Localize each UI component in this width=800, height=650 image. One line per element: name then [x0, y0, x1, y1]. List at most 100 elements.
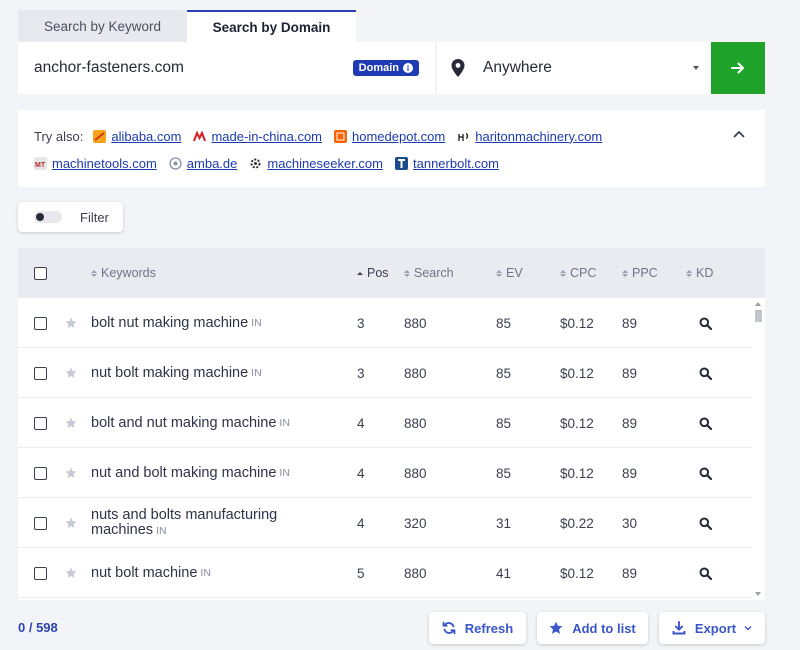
star-icon[interactable] [65, 467, 77, 479]
try-link-alibaba[interactable]: alibaba.com [93, 129, 181, 144]
star-icon[interactable] [65, 317, 77, 329]
pos-cell: 4 [357, 465, 365, 481]
country-code: IN [251, 367, 262, 379]
try-link-machineseeker[interactable]: machineseeker.com [249, 156, 383, 171]
table-row[interactable]: bolt and nut making machine IN 4 880 85 … [18, 398, 752, 448]
search-volume-cell: 880 [404, 465, 427, 481]
header-ppc-label: PPC [632, 266, 658, 280]
header-search-label: Search [414, 266, 454, 280]
try-link-amba[interactable]: amba.de [169, 156, 237, 171]
header-pos[interactable]: Pos [357, 266, 389, 280]
keyword-text[interactable]: nut and bolt making machine [91, 465, 276, 481]
try-link-label: made-in-china.com [211, 128, 323, 144]
ev-cell: 85 [496, 465, 512, 481]
search-icon[interactable] [699, 367, 712, 380]
refresh-button[interactable]: Refresh [429, 612, 526, 644]
ppc-cell: 89 [622, 315, 638, 331]
row-checkbox[interactable] [34, 366, 47, 380]
pos-cell: 4 [357, 415, 365, 431]
tab-search-by-keyword[interactable]: Search by Keyword [18, 10, 187, 42]
star-icon[interactable] [65, 417, 77, 429]
try-link-label: alibaba.com [111, 128, 182, 144]
keyword-text-continued[interactable]: machines [91, 523, 153, 538]
ev-cell: 85 [496, 315, 512, 331]
header-keywords[interactable]: Keywords [91, 266, 156, 280]
row-checkbox[interactable] [34, 466, 47, 480]
table-scrollbar[interactable] [752, 298, 765, 600]
header-kd-label: KD [696, 266, 714, 280]
export-button[interactable]: Export [659, 612, 765, 644]
keyword-text[interactable]: nuts and bolts manufacturing [91, 508, 277, 523]
search-submit-button[interactable] [711, 42, 765, 94]
keyword-text[interactable]: nut bolt machine [91, 565, 197, 581]
table-row[interactable]: bolt nut making machine IN 3 880 85 $0.1… [18, 298, 752, 348]
keyword-text[interactable]: bolt and nut making machine [91, 415, 276, 431]
pos-cell: 3 [357, 365, 365, 381]
star-icon[interactable] [65, 567, 77, 579]
row-checkbox-cell [34, 498, 47, 548]
search-icon[interactable] [699, 517, 712, 530]
row-checkbox[interactable] [34, 566, 47, 580]
pos-cell: 4 [357, 515, 365, 531]
keyword-cell: nut and bolt making machine IN [91, 448, 290, 498]
info-icon[interactable]: i [403, 63, 413, 73]
location-value: Anywhere [483, 59, 552, 76]
domain-badge: Domain i [352, 60, 419, 76]
row-checkbox[interactable] [34, 516, 47, 530]
filter-switch[interactable] [34, 211, 62, 223]
keyword-text[interactable]: nut bolt making machine [91, 365, 248, 381]
refresh-icon [442, 621, 456, 635]
header-kd[interactable]: KD [686, 266, 713, 280]
selection-counter: 0 / 598 [18, 620, 58, 635]
try-link-tannerbolt[interactable]: tannerbolt.com [395, 156, 499, 171]
search-icon[interactable] [699, 317, 712, 330]
homedepot-favicon-icon [334, 129, 348, 143]
location-select[interactable]: Anywhere [437, 42, 711, 94]
keyword-cell: nut bolt making machine IN [91, 348, 262, 398]
amba-favicon-icon [169, 156, 182, 170]
table-body: bolt nut making machine IN 3 880 85 $0.1… [18, 298, 765, 600]
domain-field-container: Domain i [18, 42, 435, 94]
search-volume-cell: 880 [404, 365, 427, 381]
table-row[interactable]: nut bolt machine IN 5 880 41 $0.12 89 [18, 548, 752, 598]
cpc-cell: $0.12 [560, 415, 594, 431]
search-icon[interactable] [699, 567, 712, 580]
try-link-machinetools[interactable]: MT machinetools.com [34, 156, 157, 171]
keyword-text[interactable]: bolt nut making machine [91, 315, 248, 331]
row-checkbox[interactable] [34, 316, 47, 330]
try-link-homedepot[interactable]: homedepot.com [334, 129, 445, 144]
header-ppc[interactable]: PPC [622, 266, 658, 280]
filter-toggle-button[interactable]: Filter [18, 202, 123, 232]
table-row[interactable]: nut and bolt making machine IN 4 880 85 … [18, 448, 752, 498]
try-link-made-in-china[interactable]: made-in-china.com [193, 129, 322, 144]
search-icon[interactable] [699, 467, 712, 480]
star-icon[interactable] [65, 367, 77, 379]
header-ev[interactable]: EV [496, 266, 523, 280]
kd-cell [699, 498, 712, 548]
scroll-up-arrow-icon[interactable] [755, 302, 761, 306]
domain-input[interactable] [34, 59, 334, 77]
try-also-line-1: Try also: alibaba.com made-in-china.com … [34, 126, 749, 146]
add-to-list-button[interactable]: Add to list [537, 612, 648, 644]
row-checkbox[interactable] [34, 416, 47, 430]
tab-search-by-domain[interactable]: Search by Domain [187, 10, 356, 42]
scroll-down-arrow-icon[interactable] [755, 592, 761, 596]
pos-cell: 5 [357, 565, 365, 581]
chevron-down-icon [744, 626, 752, 631]
header-search[interactable]: Search [404, 266, 454, 280]
ppc-cell: 89 [622, 365, 638, 381]
star-icon[interactable] [65, 517, 77, 529]
select-all-checkbox[interactable] [34, 266, 47, 280]
search-icon[interactable] [699, 417, 712, 430]
try-link-haritonmachinery[interactable]: haritonmachinery.com [457, 129, 602, 144]
country-code: IN [279, 417, 290, 429]
table-row[interactable]: nut bolt making machine IN 3 880 85 $0.1… [18, 348, 752, 398]
add-to-list-label: Add to list [572, 620, 636, 636]
table-row[interactable]: nuts and bolts manufacturing machines IN… [18, 498, 752, 548]
scroll-thumb[interactable] [755, 310, 762, 322]
filter-label: Filter [80, 209, 109, 225]
ev-cell: 85 [496, 365, 512, 381]
chevron-up-icon[interactable] [733, 130, 745, 138]
star-icon [549, 621, 563, 634]
header-cpc[interactable]: CPC [560, 266, 596, 280]
